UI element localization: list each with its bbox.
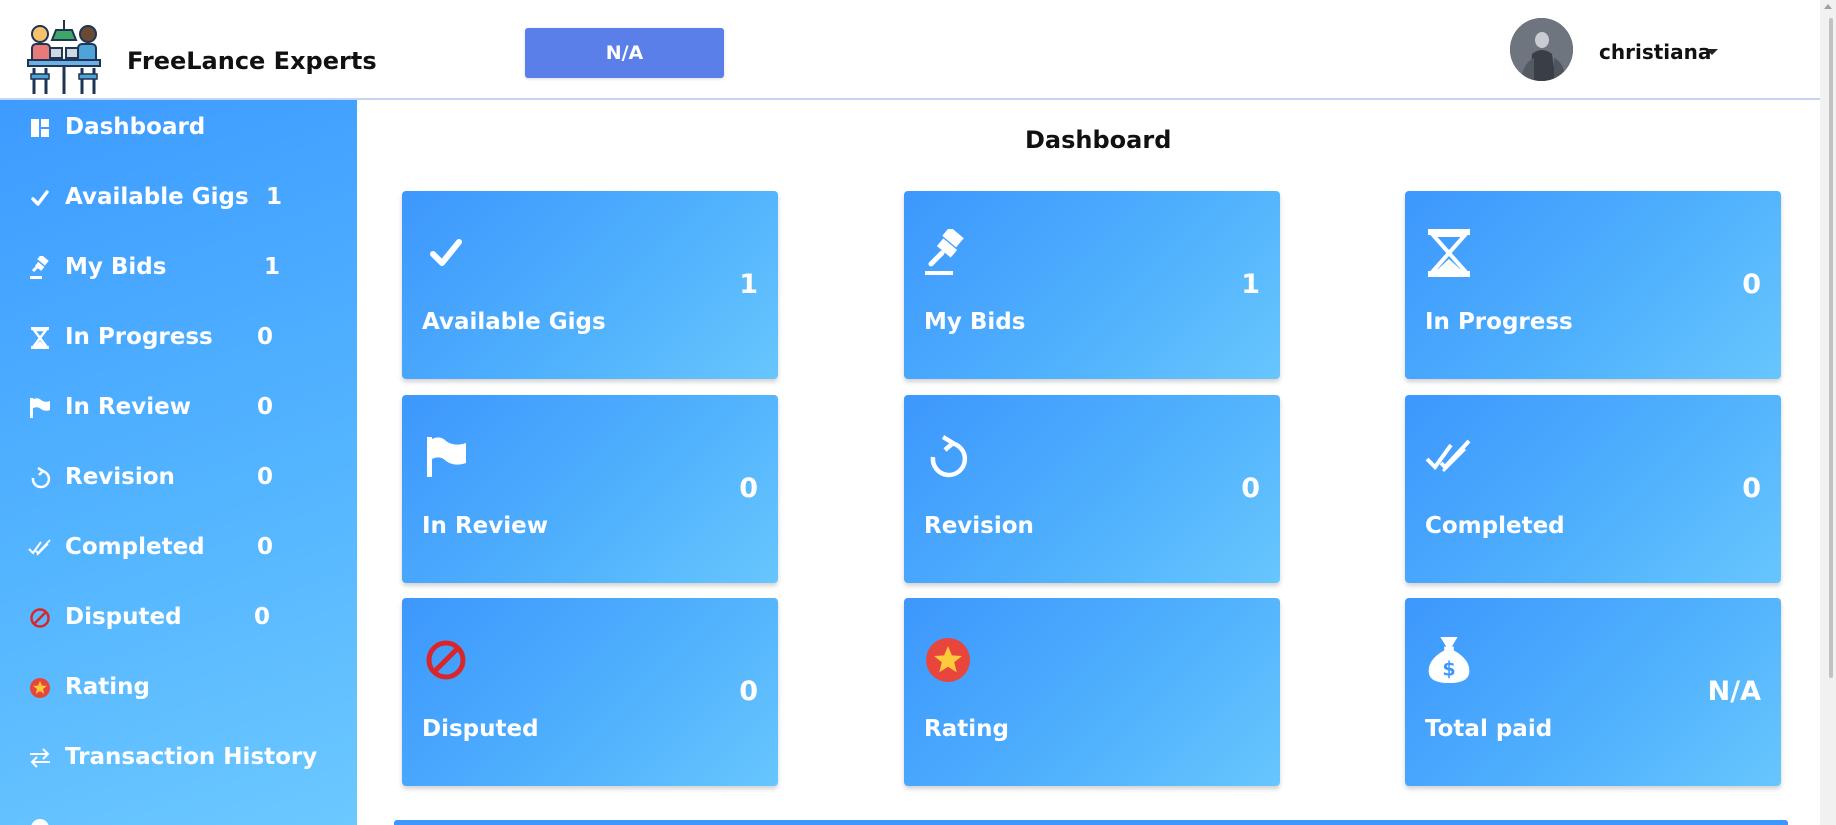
check-icon — [422, 229, 470, 277]
card-label: Total paid — [1425, 716, 1553, 742]
refresh-icon — [924, 433, 972, 481]
ban-icon — [422, 636, 470, 684]
dashboard-icon — [28, 116, 52, 140]
sidebar: Dashboard Available Gigs 1 My Bids 1 In … — [0, 100, 357, 825]
top-header: FreeLance Experts N/A christiana — [0, 0, 1820, 100]
avatar[interactable] — [1510, 18, 1573, 81]
sidebar-item-completed[interactable]: Completed 0 — [0, 524, 357, 574]
gavel-icon — [924, 229, 972, 277]
sidebar-item-label: Available Gigs — [65, 184, 249, 210]
scroll-up-arrow-icon[interactable] — [1824, 4, 1832, 9]
sidebar-item-count: 1 — [264, 254, 281, 280]
card-label: Available Gigs — [422, 309, 606, 335]
bottom-panel-edge — [394, 820, 1788, 825]
card-value: 1 — [739, 269, 758, 300]
page-title: Dashboard — [1025, 126, 1172, 154]
hourglass-icon — [1425, 229, 1473, 277]
sidebar-item-transaction-history[interactable]: Transaction History — [0, 734, 357, 784]
sidebar-item-label: Transaction History — [65, 744, 318, 770]
card-label: In Review — [422, 513, 548, 539]
sidebar-item-available-gigs[interactable]: Available Gigs 1 — [0, 174, 357, 224]
card-label: My Bids — [924, 309, 1026, 335]
exchange-icon — [28, 746, 52, 770]
sidebar-item-count: 0 — [254, 604, 271, 630]
card-revision[interactable]: 0 Revision — [904, 395, 1280, 583]
brand-name: FreeLance Experts — [127, 47, 377, 75]
sidebar-item-count: 0 — [257, 534, 274, 560]
sidebar-item-label: Dashboard — [65, 114, 206, 140]
sidebar-item-count: 0 — [257, 394, 274, 420]
scrollbar-thumb[interactable] — [1829, 18, 1833, 678]
check-icon — [28, 186, 52, 210]
refresh-icon — [28, 466, 52, 490]
money-bag-icon: $ — [1425, 636, 1473, 684]
card-label: Disputed — [422, 716, 539, 742]
sidebar-item-partial[interactable] — [0, 804, 357, 825]
card-in-progress[interactable]: 0 In Progress — [1405, 191, 1781, 379]
sidebar-item-my-bids[interactable]: My Bids 1 — [0, 244, 357, 294]
card-rating[interactable]: Rating — [904, 598, 1280, 786]
card-value: N/A — [1707, 676, 1761, 707]
gavel-icon — [28, 256, 52, 280]
card-total-paid[interactable]: $ N/A Total paid — [1405, 598, 1781, 786]
double-check-icon — [28, 536, 52, 560]
flag-icon — [28, 396, 52, 420]
status-button[interactable]: N/A — [525, 28, 724, 78]
double-check-icon — [1425, 433, 1473, 481]
sidebar-item-revision[interactable]: Revision 0 — [0, 454, 357, 504]
sidebar-item-disputed[interactable]: Disputed 0 — [0, 594, 357, 644]
freelancers-logo-icon[interactable] — [26, 18, 102, 96]
card-completed[interactable]: 0 Completed — [1405, 395, 1781, 583]
card-in-review[interactable]: 0 In Review — [402, 395, 778, 583]
sidebar-item-label: Completed — [65, 534, 205, 560]
card-value: 0 — [1742, 269, 1761, 300]
ban-icon — [28, 606, 52, 630]
card-value: 0 — [1241, 473, 1260, 504]
sidebar-item-in-progress[interactable]: In Progress 0 — [0, 314, 357, 364]
card-disputed[interactable]: 0 Disputed — [402, 598, 778, 786]
card-value: 0 — [739, 676, 758, 707]
card-label: Rating — [924, 716, 1009, 742]
card-value: 1 — [1241, 269, 1260, 300]
circle-icon — [28, 816, 52, 825]
sidebar-item-label: Disputed — [65, 604, 182, 630]
card-value: 0 — [739, 473, 758, 504]
sidebar-item-label: In Progress — [65, 324, 213, 350]
sidebar-item-label: My Bids — [65, 254, 167, 280]
sidebar-item-count: 1 — [266, 184, 283, 210]
svg-text:$: $ — [1442, 657, 1455, 680]
flag-icon — [422, 433, 470, 481]
star-badge-icon — [28, 676, 52, 700]
sidebar-item-in-review[interactable]: In Review 0 — [0, 384, 357, 434]
card-my-bids[interactable]: 1 My Bids — [904, 191, 1280, 379]
card-available-gigs[interactable]: 1 Available Gigs — [402, 191, 778, 379]
sidebar-item-label: Revision — [65, 464, 175, 490]
star-badge-icon — [924, 636, 972, 684]
card-value: 0 — [1742, 473, 1761, 504]
sidebar-item-count: 0 — [257, 324, 274, 350]
card-label: In Progress — [1425, 309, 1573, 335]
chevron-down-icon[interactable] — [1706, 49, 1718, 55]
sidebar-item-label: In Review — [65, 394, 191, 420]
hourglass-icon — [28, 326, 52, 350]
sidebar-item-dashboard[interactable]: Dashboard — [0, 104, 357, 154]
scrollbar[interactable] — [1820, 0, 1836, 825]
sidebar-item-label: Rating — [65, 674, 150, 700]
sidebar-item-count: 0 — [257, 464, 274, 490]
card-label: Revision — [924, 513, 1034, 539]
card-label: Completed — [1425, 513, 1565, 539]
sidebar-item-rating[interactable]: Rating — [0, 664, 357, 714]
username[interactable]: christiana — [1599, 40, 1711, 64]
